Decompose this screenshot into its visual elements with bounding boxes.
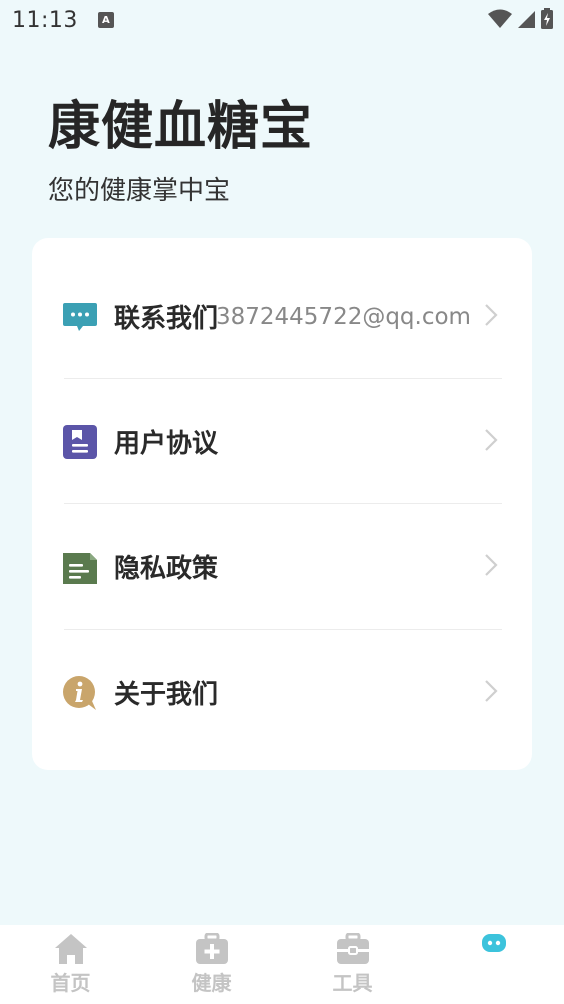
chevron-right-icon bbox=[484, 679, 498, 707]
menu-item-about-us[interactable]: 关于我们 bbox=[32, 630, 532, 755]
info-icon bbox=[62, 675, 98, 711]
wifi-icon bbox=[488, 9, 512, 28]
home-icon bbox=[54, 934, 87, 964]
nav-label: 首页 bbox=[50, 971, 91, 995]
signal-icon bbox=[518, 11, 535, 28]
nav-item-tools[interactable]: 工具 bbox=[282, 925, 423, 1004]
nav-item-health[interactable]: 健康 bbox=[141, 925, 282, 1004]
chevron-right-icon bbox=[484, 553, 498, 581]
menu-item-label: 用户协议 bbox=[114, 429, 219, 459]
privacy-doc-icon bbox=[62, 549, 98, 585]
battery-icon bbox=[541, 8, 553, 29]
status-indicators bbox=[488, 8, 554, 30]
chevron-right-icon bbox=[484, 428, 498, 456]
menu-item-privacy-policy[interactable]: 隐私政策 bbox=[32, 504, 532, 629]
status-bar: 11:13 A bbox=[0, 0, 564, 40]
agreement-icon bbox=[62, 424, 98, 460]
bottom-nav: 首页 健康 工具 bbox=[0, 925, 564, 1004]
status-time: 11:13 bbox=[12, 7, 78, 33]
notification-icon: A bbox=[97, 12, 114, 28]
contact-email: 3872445722@qq.com bbox=[216, 303, 471, 330]
nav-item-home[interactable]: 首页 bbox=[0, 925, 141, 1004]
menu-item-contact-us[interactable]: 联系我们 3872445722@qq.com bbox=[32, 254, 532, 379]
nav-label: 健康 bbox=[191, 971, 232, 995]
menu-item-label: 关于我们 bbox=[114, 680, 219, 710]
medical-kit-icon bbox=[195, 933, 228, 964]
toolbox-icon bbox=[336, 933, 369, 964]
chevron-right-icon bbox=[484, 303, 498, 331]
app-title: 康健血糖宝 bbox=[48, 97, 314, 157]
robot-face-icon bbox=[481, 934, 506, 952]
nav-item-profile[interactable] bbox=[423, 925, 564, 1004]
menu-card: 联系我们 3872445722@qq.com 用户协议 隐私政策 关于我们 bbox=[32, 238, 532, 770]
chat-icon bbox=[62, 299, 98, 335]
menu-item-label: 隐私政策 bbox=[114, 554, 219, 584]
app-subtitle: 您的健康掌中宝 bbox=[48, 176, 231, 206]
nav-label: 工具 bbox=[332, 971, 373, 995]
menu-item-user-agreement[interactable]: 用户协议 bbox=[32, 379, 532, 504]
menu-item-label: 联系我们 bbox=[114, 304, 219, 334]
